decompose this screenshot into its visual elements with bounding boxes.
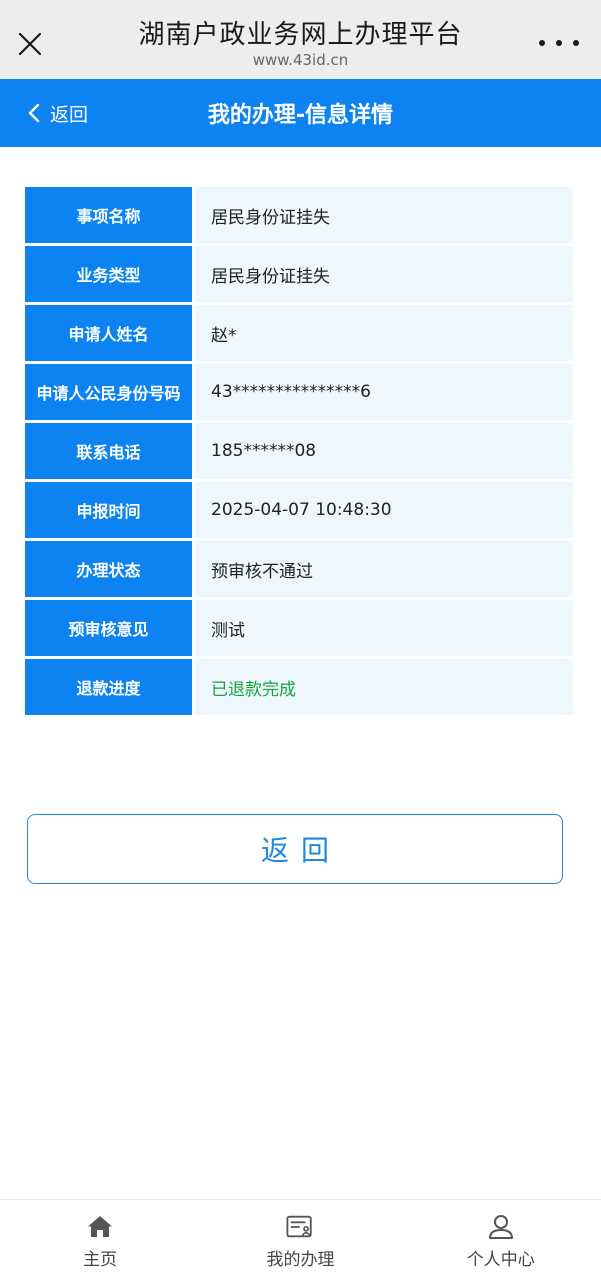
nav-item-home[interactable]: 主页 (0, 1200, 200, 1278)
nav-label: 我的办理 (266, 1250, 335, 1270)
detail-label: 业务类型 (25, 246, 192, 302)
nav-label: 个人中心 (466, 1250, 535, 1270)
detail-label: 申报时间 (25, 482, 192, 538)
detail-row: 退款进度 已退款完成 (25, 659, 573, 715)
app-header: 返回 我的办理-信息详情 (0, 79, 601, 147)
page-title: 我的办理-信息详情 (207, 103, 394, 128)
browser-title: 湖南户政业务网上办理平台 (138, 20, 463, 50)
detail-label: 申请人公民身份号码 (25, 364, 192, 420)
browser-bar: 湖南户政业务网上办理平台 www.43id.cn (0, 0, 601, 79)
detail-row: 联系电话 185******08 (25, 423, 573, 479)
detail-row: 申请人公民身份号码 43***************6 (25, 364, 573, 420)
detail-label: 退款进度 (25, 659, 192, 715)
detail-value: 赵* (195, 305, 573, 361)
detail-row: 办理状态 预审核不通过 (25, 541, 573, 597)
detail-label: 办理状态 (25, 541, 192, 597)
more-button[interactable] (539, 30, 579, 56)
user-icon (487, 1213, 515, 1241)
detail-value: 预审核不通过 (195, 541, 573, 597)
nav-item-my-applications[interactable]: 我的办理 (200, 1200, 400, 1278)
detail-value: 居民身份证挂失 (195, 246, 573, 302)
return-button[interactable]: 返回 (27, 814, 563, 884)
detail-value: 居民身份证挂失 (195, 187, 573, 243)
bottom-nav: 主页 我的办理 个人中心 (0, 1199, 601, 1278)
detail-label: 事项名称 (25, 187, 192, 243)
home-icon (86, 1213, 114, 1241)
detail-row: 预审核意见 测试 (25, 600, 573, 656)
detail-value: 2025-04-07 10:48:30 (195, 482, 573, 538)
detail-value: 43***************6 (195, 364, 573, 420)
detail-row: 事项名称 居民身份证挂失 (25, 187, 573, 243)
detail-row: 业务类型 居民身份证挂失 (25, 246, 573, 302)
refund-status-value: 已退款完成 (195, 659, 573, 715)
my-applications-icon (286, 1213, 314, 1241)
detail-label: 预审核意见 (25, 600, 192, 656)
detail-value: 测试 (195, 600, 573, 656)
more-horizontal-icon (539, 40, 579, 46)
detail-row: 申报时间 2025-04-07 10:48:30 (25, 482, 573, 538)
browser-url: www.43id.cn (252, 51, 349, 69)
nav-label: 主页 (83, 1250, 118, 1270)
nav-item-profile[interactable]: 个人中心 (401, 1200, 601, 1278)
detail-value: 185******08 (195, 423, 573, 479)
detail-label: 申请人姓名 (25, 305, 192, 361)
detail-row: 申请人姓名 赵* (25, 305, 573, 361)
detail-table: 事项名称 居民身份证挂失 业务类型 居民身份证挂失 申请人姓名 赵* 申请人公民… (25, 187, 573, 715)
detail-label: 联系电话 (25, 423, 192, 479)
